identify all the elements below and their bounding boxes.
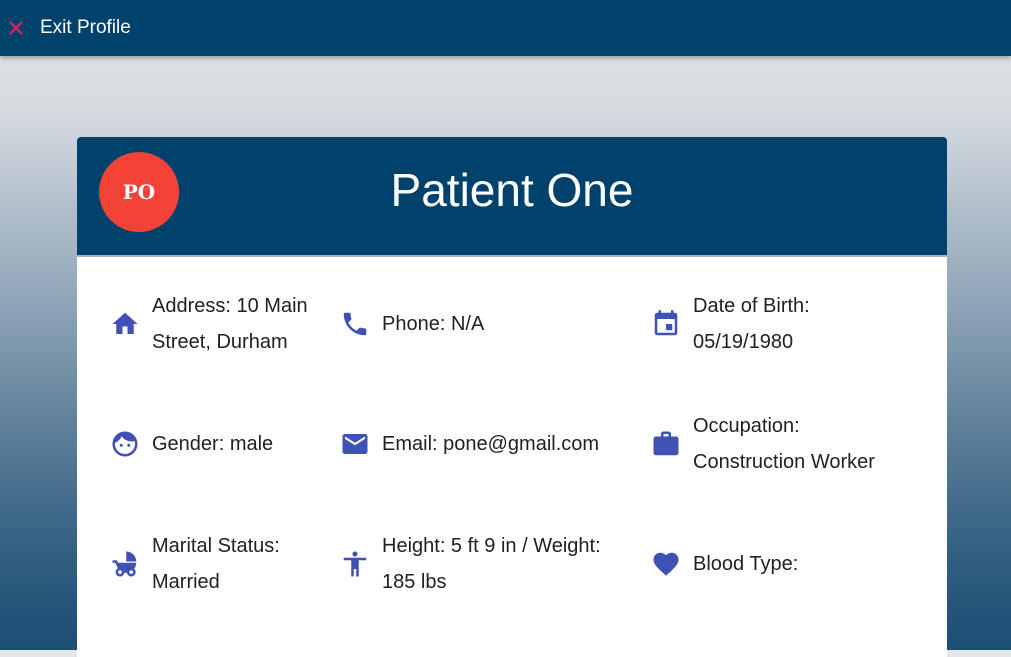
address-field: Address: 10 Main Street, Durham: [110, 288, 310, 360]
phone-text: Phone: N/A: [382, 313, 485, 335]
email-text: Email: pone@gmail.com: [382, 433, 600, 455]
top-app-bar: Exit Profile: [0, 0, 1011, 56]
close-icon: [7, 19, 25, 37]
heart-icon: [651, 549, 681, 579]
blood-type-text: Blood Type:: [693, 553, 799, 575]
exit-profile-label: Exit Profile: [40, 17, 131, 38]
height-weight-field: Height: 5 ft 9 in / Weight: 185 lbs: [340, 528, 620, 600]
person-icon: [340, 549, 370, 579]
stroller-icon: [110, 549, 140, 579]
exit-profile-button[interactable]: Exit Profile: [7, 17, 131, 39]
home-icon: [110, 309, 140, 339]
blood-type-field: Blood Type:: [651, 546, 891, 582]
email-icon: [340, 429, 370, 459]
marital-status-field: Marital Status: Married: [110, 528, 310, 600]
email-field: Email: pone@gmail.com: [340, 426, 640, 462]
gender-text: Gender: male: [152, 433, 274, 455]
profile-details: Address: 10 Main Street, Durham Phone: N…: [77, 257, 947, 657]
patient-name: Patient One: [390, 164, 634, 216]
briefcase-icon: [651, 429, 681, 459]
calendar-icon: [651, 309, 681, 339]
address-text: Address: 10 Main Street, Durham: [152, 295, 308, 353]
profile-header: PO Patient One: [77, 137, 947, 255]
face-icon: [110, 429, 140, 459]
gender-field: Gender: male: [110, 426, 310, 462]
occupation-field: Occupation: Construction Worker: [651, 408, 911, 480]
height-weight-text: Height: 5 ft 9 in / Weight: 185 lbs: [382, 535, 601, 593]
dob-field: Date of Birth: 05/19/1980: [651, 288, 891, 360]
phone-field: Phone: N/A: [340, 306, 600, 342]
phone-icon: [340, 309, 370, 339]
occupation-text: Occupation: Construction Worker: [693, 415, 875, 473]
marital-status-text: Marital Status: Married: [152, 535, 280, 593]
dob-text: Date of Birth: 05/19/1980: [693, 295, 810, 353]
